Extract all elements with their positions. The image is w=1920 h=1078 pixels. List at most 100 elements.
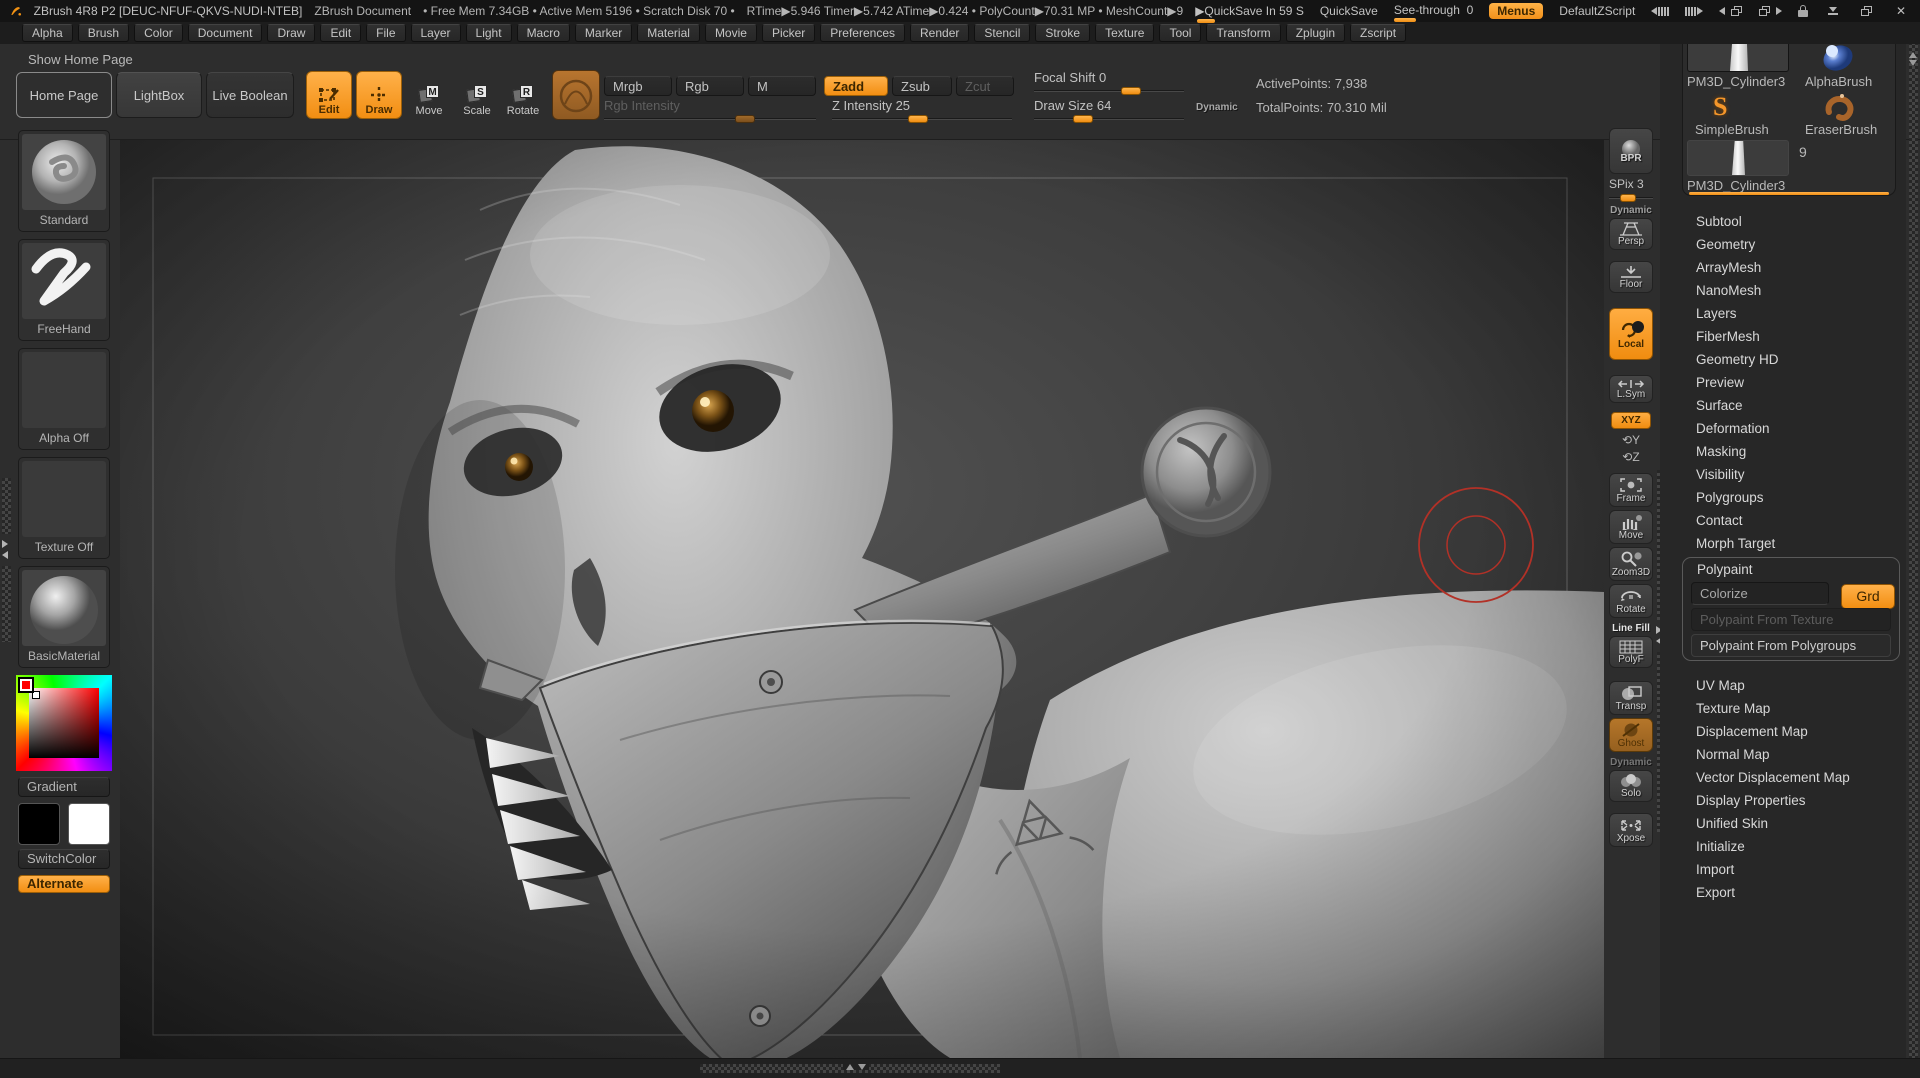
- menu-item-brush[interactable]: Brush: [78, 24, 129, 42]
- menus-button[interactable]: Menus: [1489, 3, 1543, 19]
- tool-section-subtool[interactable]: Subtool: [1660, 210, 1906, 233]
- quicksave-button[interactable]: QuickSave: [1320, 4, 1378, 18]
- menu-item-material[interactable]: Material: [637, 24, 700, 42]
- divider-left-icon[interactable]: [1651, 7, 1669, 16]
- zadd-toggle[interactable]: Zadd: [824, 76, 888, 96]
- restore-button[interactable]: [1858, 3, 1876, 19]
- spix-slider[interactable]: SPix 3: [1609, 177, 1653, 201]
- focal-shift-slider[interactable]: Focal Shift 0: [1034, 70, 1184, 94]
- polypaint-header[interactable]: Polypaint: [1683, 558, 1899, 579]
- menu-item-draw[interactable]: Draw: [267, 24, 315, 42]
- zsub-toggle[interactable]: Zsub: [892, 76, 952, 96]
- transp-button[interactable]: Transp: [1609, 681, 1653, 715]
- tool-section-visibility[interactable]: Visibility: [1660, 463, 1906, 486]
- tool-section-export[interactable]: Export: [1660, 881, 1906, 904]
- solo-button[interactable]: Solo: [1609, 770, 1653, 802]
- edit-mode-button[interactable]: Edit: [306, 71, 352, 119]
- tool-section-unified-skin[interactable]: Unified Skin: [1660, 812, 1906, 835]
- eraser-brush-icon[interactable]: [1819, 90, 1859, 122]
- menu-item-alpha[interactable]: Alpha: [22, 24, 73, 42]
- see-through-slider[interactable]: See-through 0: [1394, 3, 1473, 19]
- tool-panel-scrollbar[interactable]: [1909, 30, 1918, 1070]
- prev-layout-icon[interactable]: [1719, 4, 1742, 18]
- home-page-button[interactable]: Home Page: [16, 72, 112, 118]
- polypaint-from-polygroups-button[interactable]: Polypaint From Polygroups: [1691, 634, 1891, 657]
- menu-item-marker[interactable]: Marker: [575, 24, 632, 42]
- menu-item-preferences[interactable]: Preferences: [820, 24, 905, 42]
- menu-item-texture[interactable]: Texture: [1095, 24, 1154, 42]
- draw-mode-button[interactable]: Draw: [356, 71, 402, 119]
- divider-right-icon[interactable]: [1685, 7, 1703, 16]
- menu-item-color[interactable]: Color: [134, 24, 183, 42]
- rotate-mode-button[interactable]: R Rotate: [500, 71, 546, 119]
- rgb-intensity-slider[interactable]: Rgb Intensity: [604, 98, 816, 122]
- tool-section-deformation[interactable]: Deformation: [1660, 417, 1906, 440]
- tool-section-normal-map[interactable]: Normal Map: [1660, 743, 1906, 766]
- menu-item-document[interactable]: Document: [188, 24, 263, 42]
- lock-icon[interactable]: [1798, 5, 1808, 17]
- tool-section-preview[interactable]: Preview: [1660, 371, 1906, 394]
- palette-slider[interactable]: [1689, 192, 1889, 195]
- left-divider-arrows[interactable]: [2, 540, 8, 559]
- move-mode-button[interactable]: M Move: [406, 71, 452, 119]
- left-divider-strip-bottom[interactable]: [2, 566, 11, 642]
- z-intensity-slider[interactable]: Z Intensity 25: [832, 98, 1012, 122]
- zcut-toggle[interactable]: Zcut: [956, 76, 1014, 96]
- color-picker[interactable]: [16, 675, 112, 771]
- spix-handle[interactable]: [1620, 194, 1636, 202]
- menu-item-layer[interactable]: Layer: [411, 24, 461, 42]
- lightbox-button[interactable]: LightBox: [116, 72, 202, 118]
- persp-button[interactable]: Persp: [1609, 218, 1653, 250]
- zoom3d-button[interactable]: Zoom3D: [1609, 547, 1653, 581]
- menu-item-render[interactable]: Render: [910, 24, 969, 42]
- current-brush-thumbnail[interactable]: [552, 70, 600, 120]
- grd-button[interactable]: Grd: [1841, 584, 1895, 609]
- tool-section-surface[interactable]: Surface: [1660, 394, 1906, 417]
- menu-item-transform[interactable]: Transform: [1206, 24, 1280, 42]
- stroke-selector[interactable]: FreeHand: [18, 239, 110, 341]
- frame-button[interactable]: Frame: [1609, 473, 1653, 507]
- gradient-button[interactable]: Gradient: [18, 777, 110, 797]
- tool-section-nanomesh[interactable]: NanoMesh: [1660, 279, 1906, 302]
- draw-size-slider[interactable]: Draw Size 64: [1034, 98, 1184, 122]
- tool-section-morph-target[interactable]: Morph Target: [1660, 532, 1906, 555]
- rotate-z-button[interactable]: ⟲Z: [1622, 450, 1639, 464]
- menu-item-light[interactable]: Light: [466, 24, 512, 42]
- canvas-hscroll-arrows[interactable]: [843, 1064, 869, 1070]
- see-through-handle[interactable]: [1394, 18, 1416, 22]
- alternate-button[interactable]: Alternate: [18, 875, 110, 893]
- simple-brush-icon[interactable]: S: [1713, 92, 1753, 122]
- tool-panel-scroll-arrows[interactable]: [1909, 52, 1917, 66]
- draw-size-handle[interactable]: [1073, 115, 1093, 123]
- floor-button[interactable]: Floor: [1609, 261, 1653, 293]
- scale-mode-button[interactable]: S Scale: [454, 71, 500, 119]
- menu-item-zscript[interactable]: Zscript: [1350, 24, 1406, 42]
- polyf-button[interactable]: PolyF: [1609, 636, 1653, 668]
- menu-item-macro[interactable]: Macro: [517, 24, 570, 42]
- tool-section-geometry-hd[interactable]: Geometry HD: [1660, 348, 1906, 371]
- tool-section-masking[interactable]: Masking: [1660, 440, 1906, 463]
- focal-shift-handle[interactable]: [1121, 87, 1141, 95]
- texture-selector[interactable]: Texture Off: [18, 457, 110, 559]
- bpr-button[interactable]: BPR: [1609, 128, 1653, 174]
- secondary-color-swatch[interactable]: [68, 803, 110, 845]
- primary-color-swatch[interactable]: [18, 803, 60, 845]
- simple-brush-label[interactable]: SimpleBrush: [1695, 122, 1769, 137]
- menu-item-zplugin[interactable]: Zplugin: [1286, 24, 1345, 42]
- tool-section-vector-displacement-map[interactable]: Vector Displacement Map: [1660, 766, 1906, 789]
- tool-section-display-properties[interactable]: Display Properties: [1660, 789, 1906, 812]
- tool-section-texture-map[interactable]: Texture Map: [1660, 697, 1906, 720]
- tool-section-fibermesh[interactable]: FiberMesh: [1660, 325, 1906, 348]
- tool-section-import[interactable]: Import: [1660, 858, 1906, 881]
- tool-section-layers[interactable]: Layers: [1660, 302, 1906, 325]
- minimize-button[interactable]: [1824, 3, 1842, 19]
- menu-item-stencil[interactable]: Stencil: [974, 24, 1030, 42]
- z-intensity-handle[interactable]: [908, 115, 928, 123]
- eraser-brush-label[interactable]: EraserBrush: [1805, 122, 1877, 137]
- tool-section-geometry[interactable]: Geometry: [1660, 233, 1906, 256]
- menu-item-tool[interactable]: Tool: [1159, 24, 1201, 42]
- live-boolean-button[interactable]: Live Boolean: [206, 72, 294, 118]
- rotate-y-button[interactable]: ⟲Y: [1622, 433, 1640, 447]
- menu-item-picker[interactable]: Picker: [762, 24, 815, 42]
- colorize-button[interactable]: Colorize: [1691, 582, 1829, 605]
